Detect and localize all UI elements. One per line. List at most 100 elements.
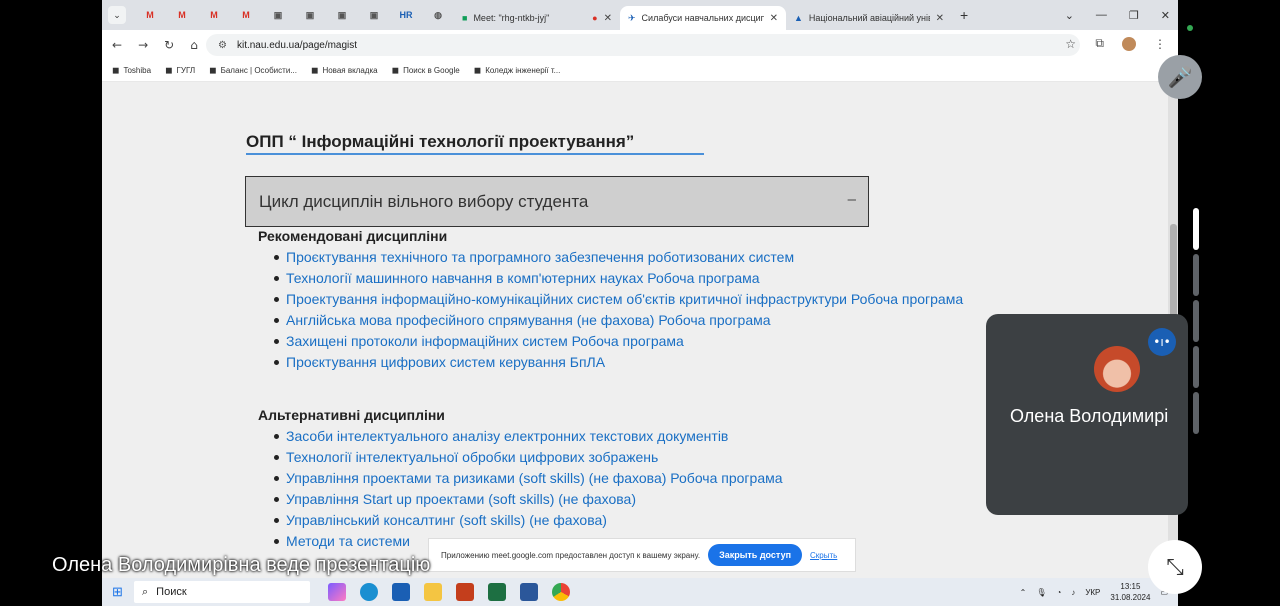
course-link[interactable]: Проєктування цифрових систем керування Б… xyxy=(274,352,1016,373)
extensions-icon[interactable]: ⧉ xyxy=(1095,36,1104,51)
bookmark-icon: ◼ xyxy=(473,65,482,75)
url-input[interactable]: ⚙ kit.nau.edu.ua/page/magist ☆ xyxy=(206,34,1080,56)
back-button[interactable]: ← xyxy=(112,38,122,52)
course-link[interactable]: Технології інтелектуальної обробки цифро… xyxy=(274,447,1016,468)
collapse-icon[interactable]: – xyxy=(848,191,856,208)
pinned-tab[interactable]: ▣ xyxy=(326,4,358,26)
filmstrip-rail[interactable] xyxy=(1193,208,1199,250)
bookmark-label: Toshiba xyxy=(123,66,152,75)
site-settings-icon[interactable]: ⚙ xyxy=(218,40,227,51)
course-link[interactable]: Проєктування технічного та програмного з… xyxy=(274,247,1016,268)
restore-button[interactable]: ❐ xyxy=(1129,9,1139,22)
taskbar-search[interactable]: ⌕ Поиск xyxy=(134,581,310,603)
minimize-button[interactable]: — xyxy=(1096,9,1107,21)
bookmarks-bar: ◼ Toshiba ◼ ГУГЛ ◼ Баланс | Особисти... ◼ Новая… xyxy=(102,60,1178,82)
filmstrip-rail[interactable] xyxy=(1193,346,1199,388)
tab-meet[interactable]: ■ Meet: "rhg-ntkb-jyj" ● ✕ xyxy=(454,6,620,30)
pinned-tab[interactable]: HR xyxy=(390,4,422,26)
home-button[interactable]: ⌂ xyxy=(190,38,198,52)
file-explorer-icon[interactable] xyxy=(424,583,442,601)
reload-button[interactable]: ↻ xyxy=(164,38,174,52)
bookmark-label: Новая вкладка xyxy=(322,66,378,75)
course-link[interactable]: Проектування інформаційно-комунікаційних… xyxy=(274,289,1016,310)
bookmark-label: ГУГЛ xyxy=(176,66,196,75)
edge-icon[interactable] xyxy=(360,583,378,601)
recommended-list: Проєктування технічного та програмного з… xyxy=(274,247,1016,373)
course-link[interactable]: Англійська мова професійного спрямування… xyxy=(274,310,1016,331)
powerpoint-icon[interactable] xyxy=(456,583,474,601)
close-icon[interactable]: ✕ xyxy=(936,13,944,24)
star-icon[interactable]: ☆ xyxy=(1065,37,1076,51)
copilot-icon[interactable] xyxy=(328,583,346,601)
course-link[interactable]: Управління проектами та ризиками (soft s… xyxy=(274,468,1016,489)
bookmark-icon: ◼ xyxy=(391,65,400,75)
course-link[interactable]: Технології машинного навчання в комп'юте… xyxy=(274,268,1016,289)
tab-bar: ⌄ M M M M ▣ ▣ ▣ ▣ HR ◍ ■ Meet: "rhg-ntkb-jyj" ● ✕… xyxy=(102,0,1178,30)
microphone-icon[interactable]: 🎙 xyxy=(1036,588,1046,597)
accordion-label: Цикл дисциплін вільного вибору студента xyxy=(259,191,589,211)
network-icon[interactable]: ◔ xyxy=(1056,588,1061,597)
stop-sharing-button[interactable]: Закрыть доступ xyxy=(708,544,803,566)
course-link[interactable]: Управлінський консалтинг (soft skills) (… xyxy=(274,510,1016,531)
hide-link[interactable]: Скрыть xyxy=(810,551,837,560)
time-text: 13:15 xyxy=(1120,582,1141,591)
course-link[interactable]: Засоби інтелектуального аналізу електрон… xyxy=(274,426,1016,447)
volume-icon[interactable]: ♪ xyxy=(1071,588,1075,597)
windows-start-icon[interactable]: ⊞ xyxy=(112,584,123,600)
close-icon[interactable]: ✕ xyxy=(604,13,612,24)
alternative-list: Засоби інтелектуального аналізу електрон… xyxy=(274,426,1016,552)
profile-avatar[interactable] xyxy=(1122,36,1136,51)
forward-button[interactable]: → xyxy=(138,38,148,52)
bookmark-item[interactable]: ◼ ГУГЛ xyxy=(165,65,195,76)
pinned-tab[interactable]: M xyxy=(134,4,166,26)
menu-icon[interactable]: ⋮ xyxy=(1154,37,1166,51)
participant-avatar xyxy=(1094,346,1140,392)
scrollbar-thumb[interactable] xyxy=(1170,224,1177,324)
tab-label: Meet: "rhg-ntkb-jyj" xyxy=(473,13,550,23)
window-controls: ⌄ — ❐ ✕ xyxy=(1065,0,1170,30)
language-indicator[interactable]: УКР xyxy=(1085,588,1100,597)
pinned-tab[interactable]: ▣ xyxy=(358,4,390,26)
word-icon[interactable] xyxy=(520,583,538,601)
date-text: 31.08.2024 xyxy=(1110,593,1151,602)
chevron-up-icon[interactable]: ⌃ xyxy=(1020,588,1027,597)
mail-icon[interactable] xyxy=(392,583,410,601)
close-icon[interactable]: ✕ xyxy=(770,13,778,24)
pinned-tab[interactable]: M xyxy=(198,4,230,26)
clock[interactable]: 13:15 31.08.2024 xyxy=(1110,581,1150,603)
bookmark-item[interactable]: ◼ Баланс | Особисти... xyxy=(209,65,297,76)
pinned-tab[interactable]: ▣ xyxy=(262,4,294,26)
excel-icon[interactable] xyxy=(488,583,506,601)
bookmark-icon: ◼ xyxy=(209,65,217,75)
status-dot xyxy=(1187,25,1193,31)
chrome-icon[interactable] xyxy=(552,583,570,601)
course-link[interactable]: Управління Start up проектами (soft skil… xyxy=(274,489,1016,510)
filmstrip-rail[interactable] xyxy=(1193,254,1199,296)
pinned-tab[interactable]: ▣ xyxy=(294,4,326,26)
filmstrip-rail[interactable] xyxy=(1193,392,1199,434)
tab-syllabus[interactable]: ✈ Силабуси навчальних дисципл ✕ xyxy=(620,6,786,30)
chevron-down-icon[interactable]: ⌄ xyxy=(1065,9,1074,22)
accordion-header[interactable]: Цикл дисциплін вільного вибору студента … xyxy=(245,176,869,227)
share-text: Приложению meet.google.com предоставлен … xyxy=(441,550,701,560)
taskbar-apps xyxy=(328,583,570,601)
course-link[interactable]: Захищені протоколи інформаційних систем … xyxy=(274,331,1016,352)
pinned-tab[interactable]: M xyxy=(166,4,198,26)
pinned-tab[interactable]: M xyxy=(230,4,262,26)
bookmark-item[interactable]: ◼ Поиск в Google xyxy=(392,65,460,76)
exit-fullscreen-icon[interactable]: ⤡ xyxy=(1148,540,1202,594)
participant-tile[interactable]: •ı• Олена Володимирі xyxy=(986,314,1188,515)
tab-nau[interactable]: ▲ Національний авіаційний унів ✕ xyxy=(786,6,952,30)
bookmark-item[interactable]: ◼ Коледж інженерії т... xyxy=(474,65,561,76)
bookmark-label: Поиск в Google xyxy=(403,66,460,75)
bookmark-item[interactable]: ◼ Toshiba xyxy=(112,65,151,76)
close-window-button[interactable]: ✕ xyxy=(1161,9,1170,22)
bookmark-item[interactable]: ◼ Новая вкладка xyxy=(311,65,378,76)
speaking-indicator-icon: •ı• xyxy=(1148,328,1176,356)
pinned-tab[interactable]: ◍ xyxy=(422,4,454,26)
microphone-muted-icon[interactable]: 🎤 xyxy=(1158,55,1202,99)
tab-search-button[interactable]: ⌄ xyxy=(108,6,126,24)
new-tab-button[interactable]: + xyxy=(960,7,968,23)
plane-icon: ✈ xyxy=(628,12,636,23)
filmstrip-rail[interactable] xyxy=(1193,300,1199,342)
